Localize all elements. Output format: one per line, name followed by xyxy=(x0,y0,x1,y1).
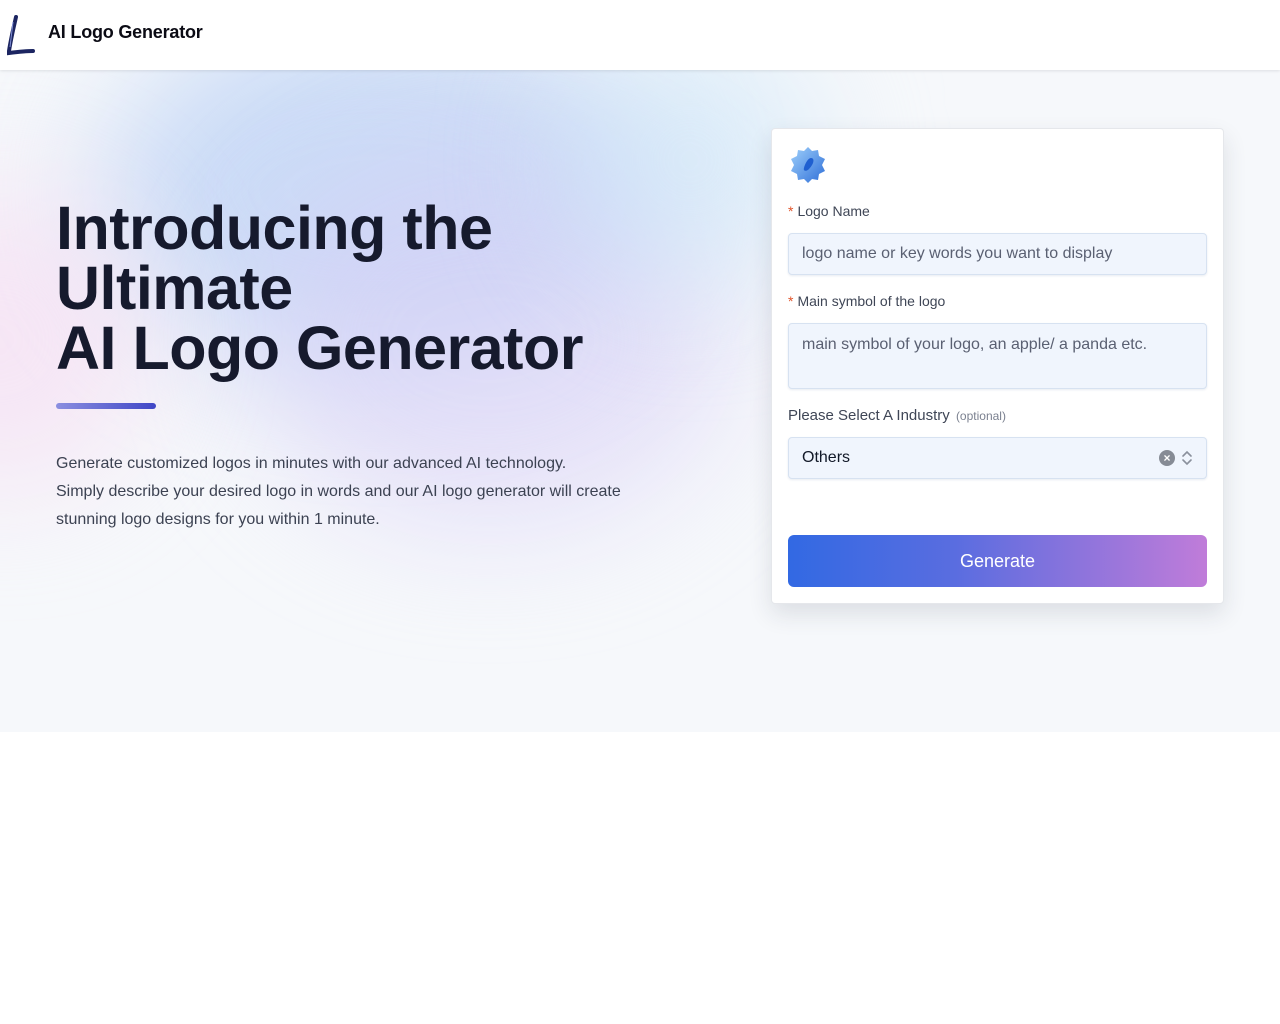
industry-selected-value: Others xyxy=(802,449,851,466)
logo-name-input[interactable] xyxy=(788,233,1207,275)
industry-select[interactable]: Others × xyxy=(788,437,1207,479)
accent-divider xyxy=(56,403,156,409)
hero-description: Generate customized logos in minutes wit… xyxy=(56,450,696,534)
description-line: stunning logo designs for you within 1 m… xyxy=(56,511,380,528)
headline-line: Ultimate xyxy=(56,254,293,322)
description-line: Simply describe your desired logo in wor… xyxy=(56,483,621,500)
logo-name-label: * Logo Name xyxy=(788,203,870,219)
headline-line: AI Logo Generator xyxy=(56,314,583,382)
description-line: Generate customized logos in minutes wit… xyxy=(56,455,567,472)
optional-note: (optional) xyxy=(955,409,1006,423)
brand-title[interactable]: AI Logo Generator xyxy=(48,22,203,43)
gear-badge-icon xyxy=(791,147,825,183)
clear-icon[interactable]: × xyxy=(1159,450,1175,466)
generate-button[interactable]: Generate xyxy=(788,535,1207,587)
brand-logo-icon[interactable] xyxy=(5,14,37,56)
page-title: Introducing the Ultimate AI Logo Generat… xyxy=(56,194,696,382)
industry-label: Please Select A Industry (optional) xyxy=(788,407,1006,424)
required-mark: * xyxy=(788,203,794,219)
required-mark: * xyxy=(788,293,794,309)
chevron-up-down-icon[interactable] xyxy=(1181,449,1193,467)
top-navbar: AI Logo Generator xyxy=(0,0,1280,70)
logo-form-card: *Logo Name *Main symbol of the logo Plea… xyxy=(771,128,1224,604)
main-symbol-textarea[interactable] xyxy=(788,323,1207,389)
headline-line: Introducing the xyxy=(56,194,493,262)
hero-section: Introducing the Ultimate AI Logo Generat… xyxy=(0,70,1280,732)
main-symbol-label: * Main symbol of the logo xyxy=(788,293,946,309)
